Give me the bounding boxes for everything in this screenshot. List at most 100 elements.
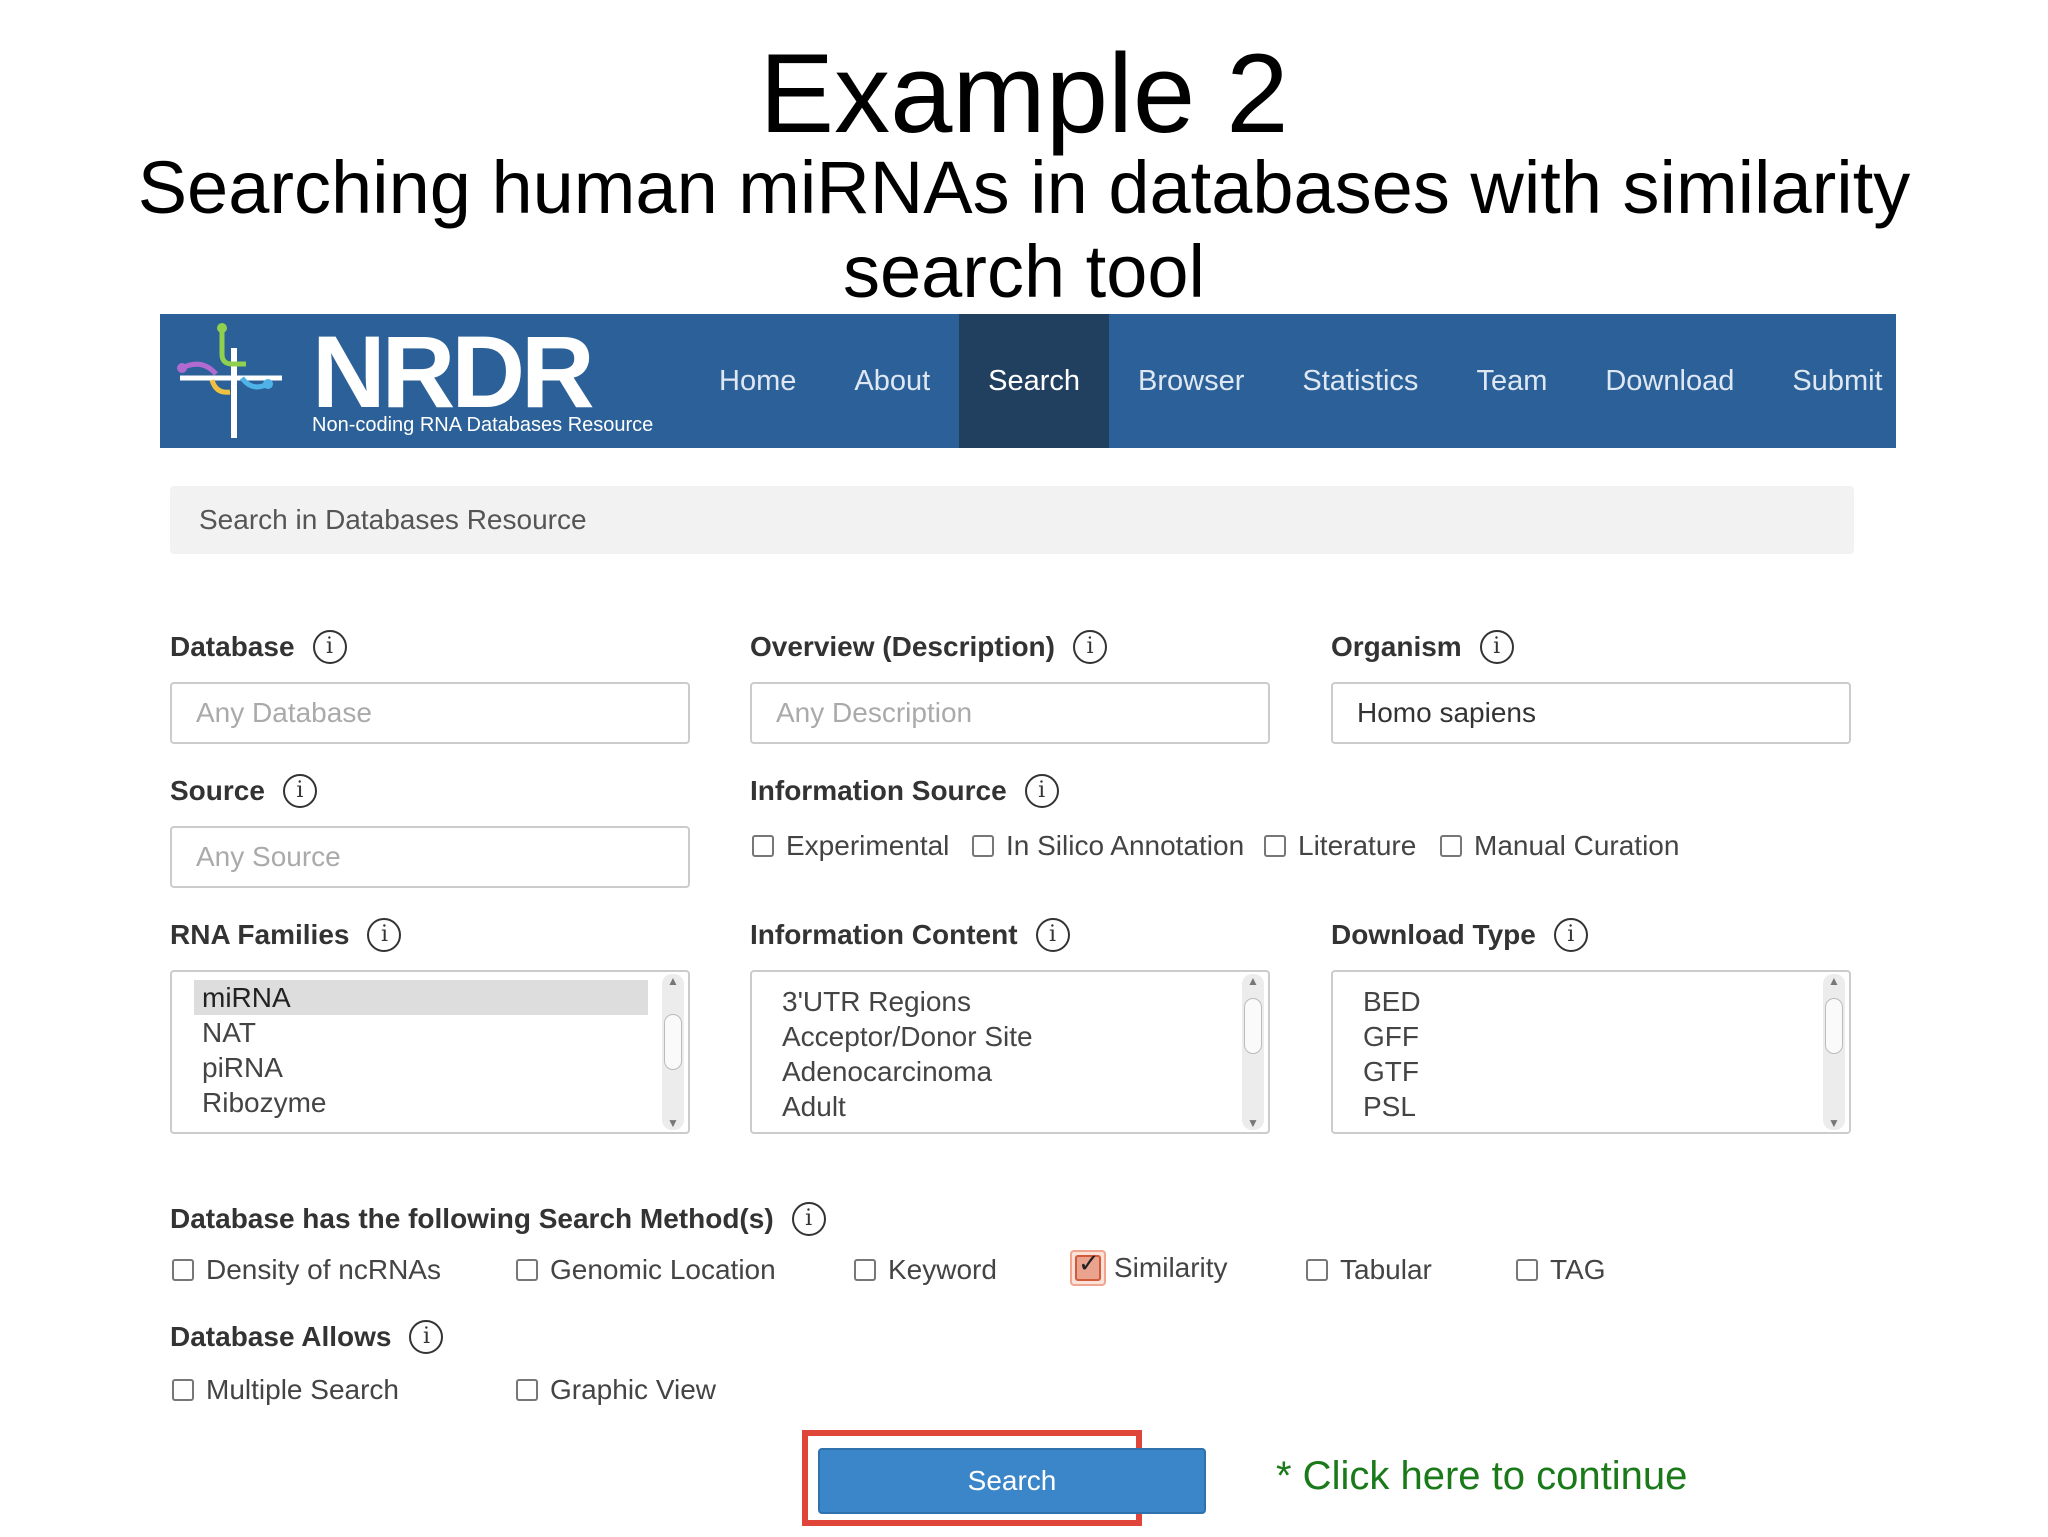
database-allows-label-text: Database Allows — [170, 1321, 392, 1352]
list-option[interactable]: NAT — [194, 1015, 648, 1050]
list-option[interactable]: Adenocarcinoma — [774, 1054, 1228, 1089]
tag-checkbox[interactable]: TAG — [1516, 1254, 1605, 1286]
info-icon[interactable]: i — [1553, 918, 1588, 952]
listbox-scrollbar[interactable]: ▲ ▼ — [662, 974, 684, 1130]
rna-families-label-text: RNA Families — [170, 919, 350, 950]
density-checkbox[interactable]: Density of ncRNAs — [172, 1254, 441, 1286]
scroll-thumb[interactable] — [1244, 998, 1262, 1054]
genomic-location-checkbox[interactable]: Genomic Location — [516, 1254, 776, 1286]
manual-curation-checkbox[interactable]: Manual Curation — [1440, 830, 1679, 862]
screenshot-region: NRDR Non-coding RNA Databases Resource H… — [160, 314, 1896, 1537]
scroll-down-icon[interactable]: ▼ — [1823, 1116, 1845, 1130]
scroll-down-icon[interactable]: ▼ — [662, 1116, 684, 1130]
checkbox-box[interactable] — [972, 835, 994, 857]
info-icon[interactable]: i — [1479, 630, 1514, 664]
tabular-checkbox[interactable]: Tabular — [1306, 1254, 1432, 1286]
overview-label-text: Overview (Description) — [750, 631, 1055, 662]
list-option[interactable]: GTF — [1355, 1054, 1809, 1089]
list-option[interactable]: GFF — [1355, 1019, 1809, 1054]
list-option[interactable]: piRNA — [194, 1050, 648, 1085]
nav-statistics[interactable]: Statistics — [1273, 314, 1447, 448]
scroll-down-icon[interactable]: ▼ — [1242, 1116, 1264, 1130]
info-icon[interactable]: i — [409, 1320, 444, 1354]
graphic-view-checkbox[interactable]: Graphic View — [516, 1374, 716, 1406]
checkbox-focus-ring — [1070, 1249, 1106, 1286]
scroll-up-icon[interactable]: ▲ — [1823, 974, 1845, 988]
list-option[interactable]: BED — [1355, 984, 1809, 1019]
checkbox-box[interactable] — [752, 835, 774, 857]
nav-submit[interactable]: Submit — [1763, 314, 1911, 448]
organism-label-text: Organism — [1331, 631, 1462, 662]
list-option[interactable]: PSL — [1355, 1089, 1809, 1124]
in-silico-annotation-checkbox[interactable]: In Silico Annotation — [972, 830, 1244, 862]
checkbox-box[interactable] — [516, 1379, 538, 1401]
information-content-label-text: Information Content — [750, 919, 1018, 950]
checkbox-label: Similarity — [1114, 1252, 1228, 1283]
info-icon[interactable]: i — [791, 1202, 826, 1236]
nav-about[interactable]: About — [825, 314, 959, 448]
checkbox-checked-icon[interactable] — [1075, 1249, 1101, 1281]
scroll-thumb[interactable] — [1825, 998, 1843, 1054]
nav-browser[interactable]: Browser — [1109, 314, 1273, 448]
info-icon[interactable]: i — [1024, 774, 1059, 808]
search-header-well: Search in Databases Resource — [170, 486, 1854, 554]
checkbox-box[interactable] — [854, 1259, 876, 1281]
database-input[interactable] — [170, 682, 690, 744]
checkbox-label: Literature — [1298, 830, 1417, 861]
database-allows-label: Database Allows i — [170, 1320, 444, 1354]
rna-families-listbox[interactable]: miRNA NAT piRNA Ribozyme ▲ ▼ — [170, 970, 690, 1134]
download-type-listbox[interactable]: BED GFF GTF PSL ▲ ▼ — [1331, 970, 1851, 1134]
scroll-up-icon[interactable]: ▲ — [662, 974, 684, 988]
overview-label: Overview (Description) i — [750, 630, 1107, 664]
information-source-label-text: Information Source — [750, 775, 1007, 806]
checkbox-label: Genomic Location — [550, 1254, 776, 1285]
slide-subtitle: Searching human miRNAs in databases with… — [137, 146, 1911, 313]
nav-team[interactable]: Team — [1447, 314, 1576, 448]
list-option[interactable]: 3'UTR Regions — [774, 984, 1228, 1019]
nav-download[interactable]: Download — [1576, 314, 1763, 448]
brand-tagline: Non-coding RNA Databases Resource — [312, 414, 654, 436]
search-header-text: Search in Databases Resource — [199, 504, 587, 535]
search-button[interactable]: Search — [818, 1448, 1206, 1514]
literature-checkbox[interactable]: Literature — [1264, 830, 1416, 862]
database-label-text: Database — [170, 631, 295, 662]
checkbox-box[interactable] — [1306, 1259, 1328, 1281]
information-source-label: Information Source i — [750, 774, 1059, 808]
checkbox-box[interactable] — [1516, 1259, 1538, 1281]
info-icon[interactable]: i — [282, 774, 317, 808]
checkbox-label: Graphic View — [550, 1374, 717, 1405]
info-icon[interactable]: i — [1072, 630, 1107, 664]
info-icon[interactable]: i — [367, 918, 402, 952]
experimental-checkbox[interactable]: Experimental — [752, 830, 949, 862]
information-content-listbox[interactable]: 3'UTR Regions Acceptor/Donor Site Adenoc… — [750, 970, 1270, 1134]
database-label: Database i — [170, 630, 347, 664]
checkbox-box[interactable] — [516, 1259, 538, 1281]
similarity-checkbox[interactable]: Similarity — [1070, 1249, 1228, 1286]
multiple-search-checkbox[interactable]: Multiple Search — [172, 1374, 399, 1406]
description-input[interactable] — [750, 682, 1270, 744]
list-option[interactable]: miRNA — [194, 980, 648, 1015]
navbar: NRDR Non-coding RNA Databases Resource H… — [160, 314, 1896, 448]
list-option[interactable]: Ribozyme — [194, 1085, 648, 1120]
listbox-scrollbar[interactable]: ▲ ▼ — [1823, 974, 1845, 1130]
listbox-scrollbar[interactable]: ▲ ▼ — [1242, 974, 1264, 1130]
checkbox-box[interactable] — [172, 1259, 194, 1281]
info-icon[interactable]: i — [1035, 918, 1070, 952]
nav-home[interactable]: Home — [690, 314, 825, 448]
checkbox-box[interactable] — [172, 1379, 194, 1401]
search-methods-label: Database has the following Search Method… — [170, 1202, 826, 1236]
nrdr-logo[interactable]: NRDR Non-coding RNA Databases Resource — [172, 318, 692, 444]
organism-input[interactable] — [1331, 682, 1851, 744]
checkbox-box[interactable] — [1264, 835, 1286, 857]
checkbox-box[interactable] — [1440, 835, 1462, 857]
info-icon[interactable]: i — [312, 630, 347, 664]
list-option[interactable]: Adult — [774, 1089, 1228, 1124]
scroll-thumb[interactable] — [664, 1014, 682, 1070]
checkbox-label: Tabular — [1340, 1254, 1432, 1285]
keyword-checkbox[interactable]: Keyword — [854, 1254, 997, 1286]
scroll-up-icon[interactable]: ▲ — [1242, 974, 1264, 988]
checkbox-label: In Silico Annotation — [1006, 830, 1245, 861]
list-option[interactable]: Acceptor/Donor Site — [774, 1019, 1228, 1054]
nav-search[interactable]: Search — [959, 314, 1110, 448]
source-input[interactable] — [170, 826, 690, 888]
